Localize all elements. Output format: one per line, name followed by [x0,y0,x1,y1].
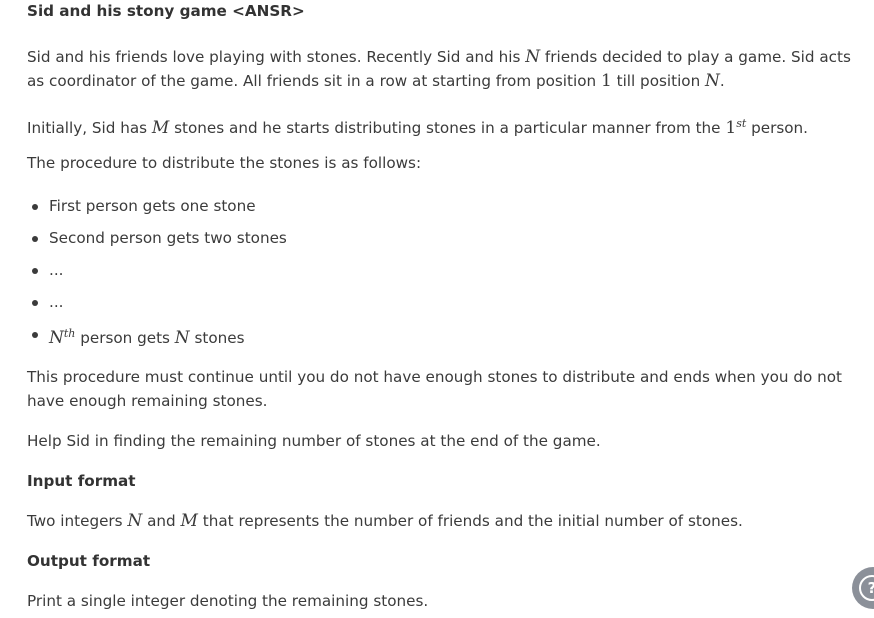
task-paragraph: Help Sid in finding the remaining number… [27,432,601,450]
input-format-heading: Input format [27,472,136,490]
list-item: First person gets one stone [32,194,256,218]
text: Initially, Sid has [27,119,152,138]
procedure-paragraph: The procedure to distribute the stones i… [27,154,422,172]
text: and [142,512,181,530]
text: stones [189,329,245,348]
list-item: Second person gets two stones [32,226,287,250]
text: Sid and his friends love playing with st… [27,48,526,66]
math-n: N [127,511,143,531]
math-n: N [525,47,541,67]
text: person. [746,119,808,138]
text: Two integers [27,512,128,530]
math-sup: th [63,327,76,340]
text: person gets [75,329,175,348]
list-item: ... [31,290,63,314]
math-m: M [151,118,170,139]
math-n: N [705,71,720,91]
text: till position [611,72,706,90]
math-n: N [174,328,190,349]
math-n: N [49,328,64,349]
math-m: M [180,511,198,531]
math-one: 1 [725,118,737,139]
initial-paragraph: Initially, Sid has M stones and he start… [27,112,872,140]
text: that represents the number of friends an… [197,512,743,530]
list-item: ... [31,258,63,282]
text: . [719,72,725,90]
problem-title: Sid and his stony game <ANSR> [27,2,305,20]
output-format-text: Print a single integer denoting the rema… [27,592,429,610]
rule-paragraph: This procedure must continue until you d… [27,368,842,410]
help-icon: ? [859,575,874,601]
math-one: 1 [600,71,612,91]
math-sup: st [736,117,747,130]
text: stones and he starts distributing stones… [169,119,726,138]
list-item: Nth person gets N stones [32,322,245,350]
output-format-heading: Output format [27,552,151,570]
intro-paragraph: Sid and his friends love playing with st… [27,45,872,93]
input-format-text: Two integers N and M that represents the… [27,509,872,533]
